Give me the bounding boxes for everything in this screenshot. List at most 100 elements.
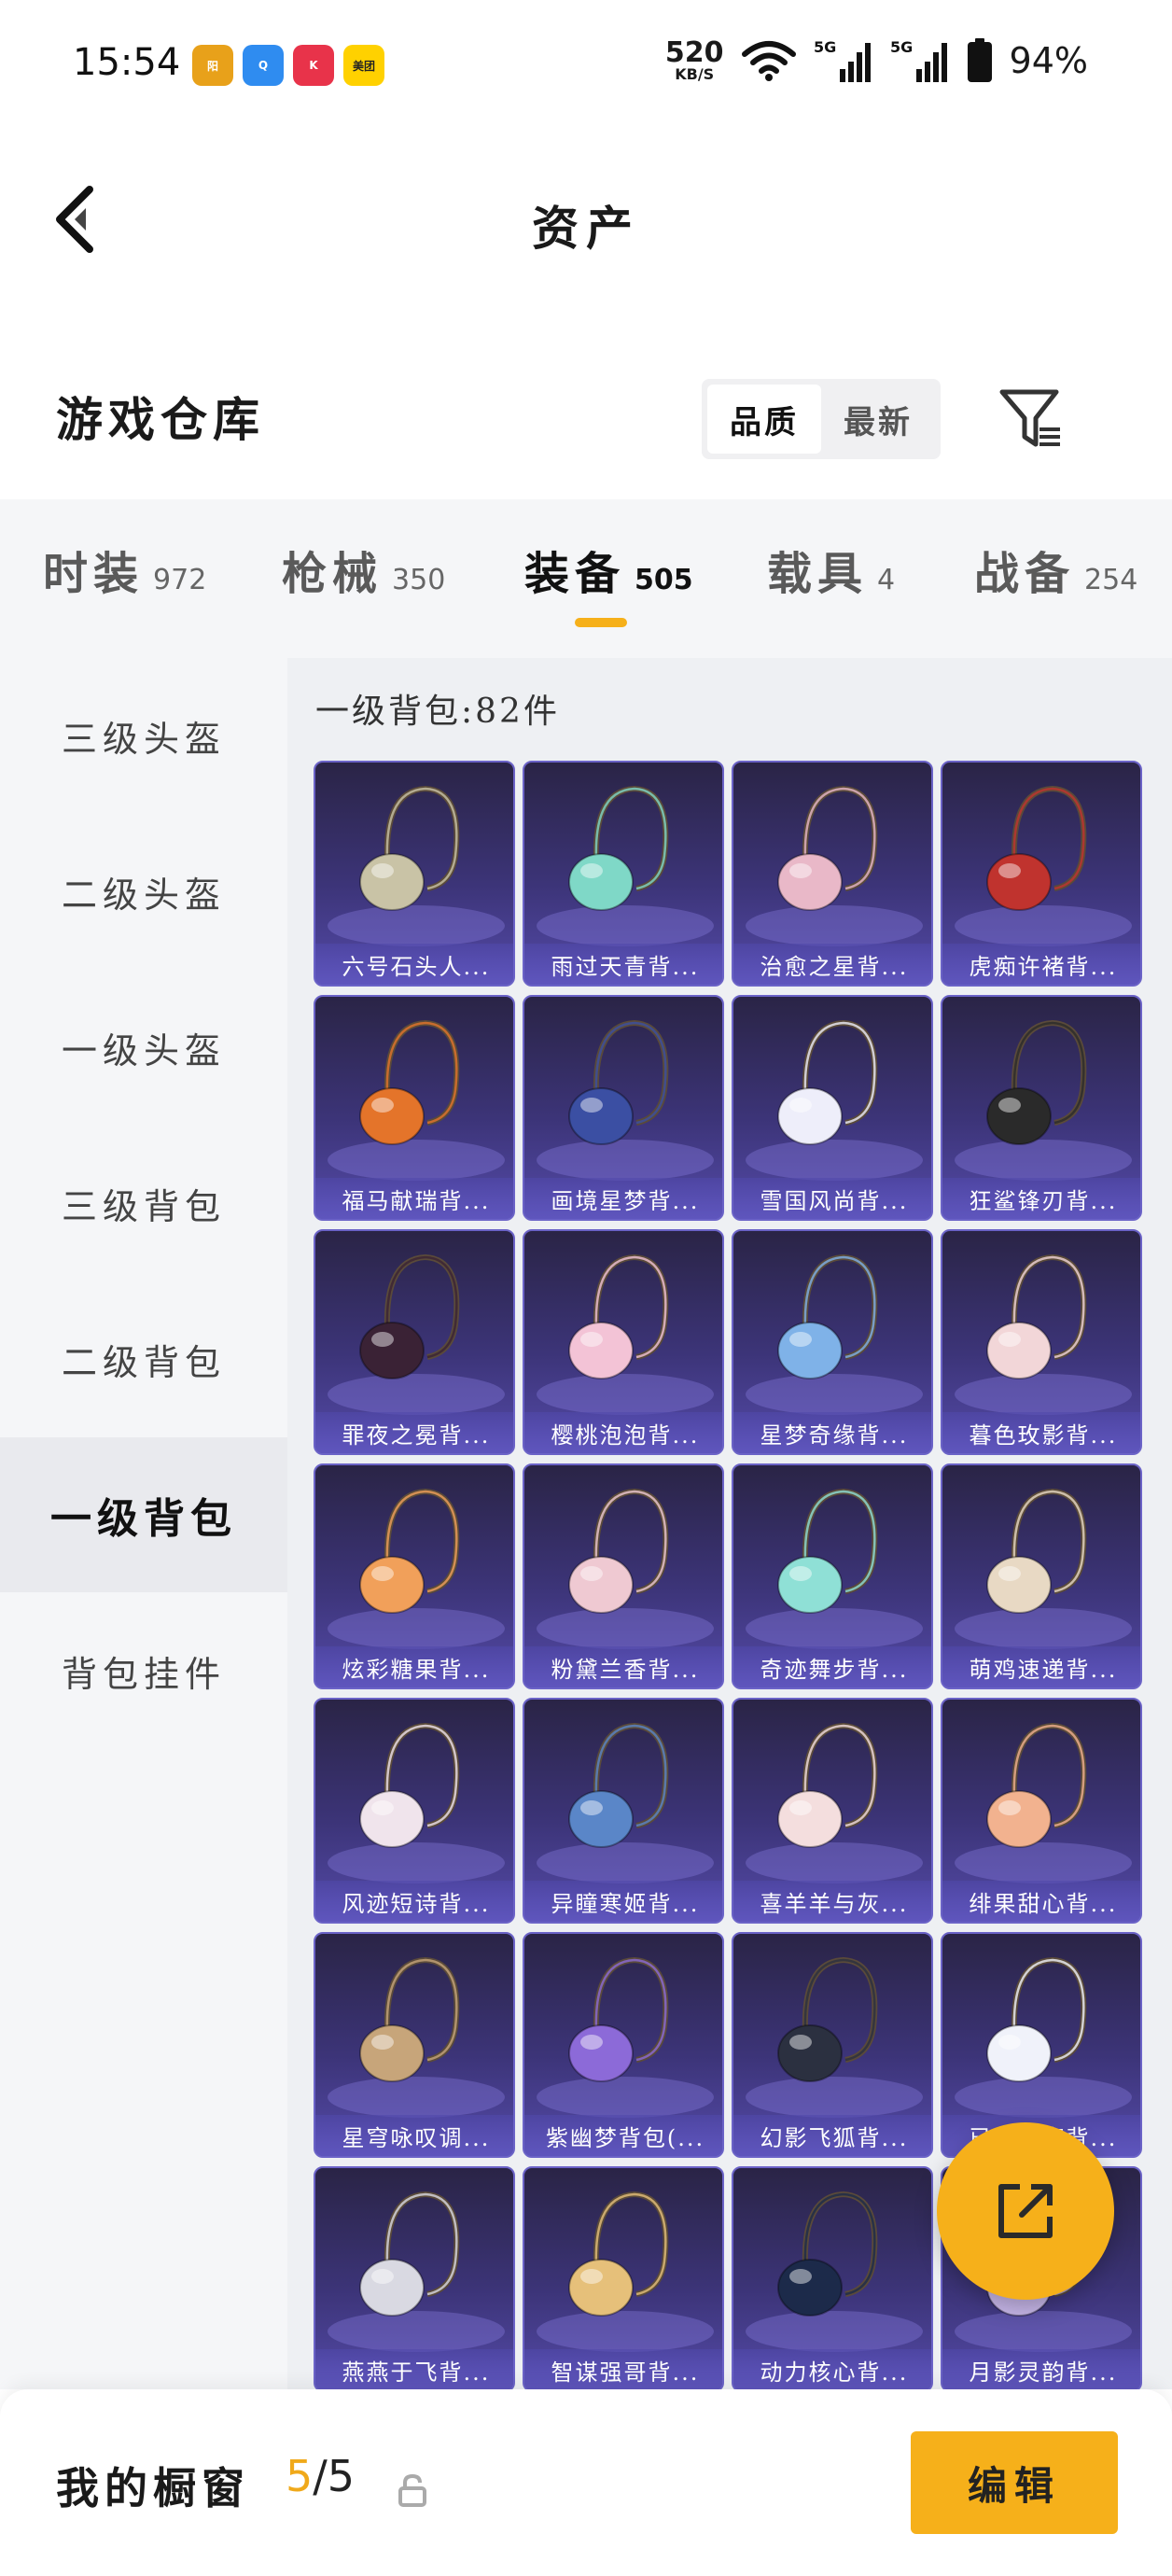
sidebar-item[interactable]: 背包挂件 — [0, 1593, 287, 1748]
item-card[interactable]: 福马献瑞背... — [314, 995, 515, 1221]
backpack-icon — [537, 1253, 714, 1415]
sidebar-item[interactable]: 一级头盔 — [0, 970, 287, 1125]
item-card[interactable]: 炫彩糖果背... — [314, 1463, 515, 1689]
backpack-icon — [537, 785, 714, 946]
backpack-icon — [328, 1488, 505, 1649]
sidebar-item[interactable]: 三级背包 — [0, 1126, 287, 1281]
item-card-name: 罪夜之冕背... — [315, 1412, 513, 1453]
backpack-icon — [746, 1722, 923, 1883]
status-bar: 15:54 阳 Q K 美团 520 KB/S 5G 5G 94% — [0, 0, 1172, 131]
item-card[interactable]: 樱桃泡泡背... — [523, 1229, 724, 1455]
backpack-icon — [955, 1488, 1132, 1649]
sidebar-item[interactable]: 二级背包 — [0, 1281, 287, 1436]
showcase-count: 5/5 — [286, 2451, 355, 2501]
battery-icon — [967, 38, 992, 82]
category-tab[interactable]: 战备 254 — [974, 537, 1137, 602]
item-card-name: 画境星梦背... — [524, 1178, 722, 1219]
item-card[interactable]: 喜羊羊与灰... — [732, 1698, 933, 1924]
backpack-icon — [746, 1488, 923, 1649]
sidebar-item[interactable]: 三级头盔 — [0, 658, 287, 813]
share-button[interactable] — [937, 2122, 1114, 2300]
backpack-icon — [537, 2191, 714, 2352]
backpack-icon — [746, 1253, 923, 1415]
category-tab-count: 972 — [153, 564, 207, 596]
item-card[interactable]: 异瞳寒姬背... — [523, 1698, 724, 1924]
filter-icon[interactable] — [998, 386, 1064, 452]
backpack-icon — [746, 2191, 923, 2352]
wifi-icon — [741, 41, 796, 81]
item-card[interactable]: 燕燕于飞背... — [314, 2166, 515, 2392]
share-icon — [998, 2184, 1053, 2238]
item-card-name: 绯果甜心背... — [942, 1881, 1140, 1922]
status-app-icon: K — [293, 45, 334, 86]
category-tab[interactable]: 装备 505 — [524, 537, 693, 602]
category-tab[interactable]: 时装 972 — [43, 537, 206, 602]
item-card[interactable]: 奇迹舞步背... — [732, 1463, 933, 1689]
backpack-icon — [328, 1253, 505, 1415]
item-card-name: 异瞳寒姬背... — [524, 1881, 722, 1922]
item-card[interactable]: 六号石头人... — [314, 761, 515, 987]
backpack-icon — [746, 1956, 923, 2118]
category-tab-count: 4 — [877, 564, 896, 596]
item-card-name: 风迹短诗背... — [315, 1881, 513, 1922]
sidebar-item[interactable]: 二级头盔 — [0, 814, 287, 969]
signal-5g-icon: 5G — [814, 38, 871, 82]
lock-icon — [398, 2473, 426, 2507]
page-header: 资产 — [0, 140, 1172, 299]
category-tab-count: 350 — [392, 564, 446, 596]
item-card[interactable]: 粉黛兰香背... — [523, 1463, 724, 1689]
item-card[interactable]: 绯果甜心背... — [941, 1698, 1142, 1924]
item-card-name: 智谋强哥背... — [524, 2349, 722, 2390]
item-card-name: 治愈之星背... — [733, 944, 931, 985]
item-card[interactable]: 风迹短诗背... — [314, 1698, 515, 1924]
sort-quality-option[interactable]: 品质 — [707, 385, 821, 454]
subcategory-sidebar: 三级头盔 二级头盔 一级头盔 三级背包 二级背包 一级背包 背包挂件 — [0, 658, 287, 2389]
category-tab-label: 时装 — [43, 548, 145, 600]
showcase-label: 我的橱窗 — [56, 2463, 250, 2513]
item-count-label: 一级背包:82件 — [315, 693, 560, 731]
item-card[interactable]: 治愈之星背... — [732, 761, 933, 987]
backpack-icon — [328, 785, 505, 946]
item-card[interactable]: 萌鸡速递背... — [941, 1463, 1142, 1689]
item-card[interactable]: 紫幽梦背包(... — [523, 1932, 724, 2158]
network-speed-value: 520 — [664, 36, 724, 69]
item-card-name: 樱桃泡泡背... — [524, 1412, 722, 1453]
edit-button[interactable]: 编辑 — [911, 2431, 1118, 2534]
showcase-max: 5 — [327, 2451, 356, 2501]
item-card[interactable]: 星穹咏叹调... — [314, 1932, 515, 2158]
category-tabs: 时装 972 枪械 350 装备 505 载具 4 战备 254 — [0, 499, 1172, 658]
signal-5g-icon-2: 5G — [890, 38, 947, 82]
category-tab-count: 254 — [1084, 564, 1138, 596]
backpack-icon — [746, 1019, 923, 1181]
item-card-name: 星穹咏叹调... — [315, 2115, 513, 2156]
item-card-name: 福马献瑞背... — [315, 1178, 513, 1219]
item-card[interactable]: 暮色玫影背... — [941, 1229, 1142, 1455]
category-tab-label: 装备 — [524, 548, 626, 600]
backpack-icon — [328, 2191, 505, 2352]
backpack-icon — [537, 1488, 714, 1649]
item-card[interactable]: 雨过天青背... — [523, 761, 724, 987]
status-app-icon: 美团 — [343, 45, 384, 86]
backpack-icon — [328, 1956, 505, 2118]
item-card-name: 雪国风尚背... — [733, 1178, 931, 1219]
battery-percent: 94% — [1009, 40, 1088, 81]
item-card[interactable]: 智谋强哥背... — [523, 2166, 724, 2392]
category-tab[interactable]: 枪械 350 — [282, 537, 445, 602]
sidebar-item[interactable]: 一级背包 — [0, 1437, 287, 1592]
item-card-name: 炫彩糖果背... — [315, 1646, 513, 1687]
backpack-icon — [955, 785, 1132, 946]
backpack-icon — [537, 1722, 714, 1883]
item-card[interactable]: 动力核心背... — [732, 2166, 933, 2392]
item-card[interactable]: 狂鲨锋刃背... — [941, 995, 1142, 1221]
sort-newest-option[interactable]: 最新 — [821, 385, 935, 454]
category-tab[interactable]: 载具 4 — [767, 537, 895, 602]
item-card[interactable]: 画境星梦背... — [523, 995, 724, 1221]
item-card[interactable]: 雪国风尚背... — [732, 995, 933, 1221]
network-speed: 520 KB/S — [665, 39, 724, 82]
svg-text:5G: 5G — [814, 38, 836, 56]
item-card[interactable]: 星梦奇缘背... — [732, 1229, 933, 1455]
item-card[interactable]: 虎痴许褚背... — [941, 761, 1142, 987]
item-card[interactable]: 幻影飞狐背... — [732, 1932, 933, 2158]
backpack-icon — [955, 1722, 1132, 1883]
item-card[interactable]: 罪夜之冕背... — [314, 1229, 515, 1455]
